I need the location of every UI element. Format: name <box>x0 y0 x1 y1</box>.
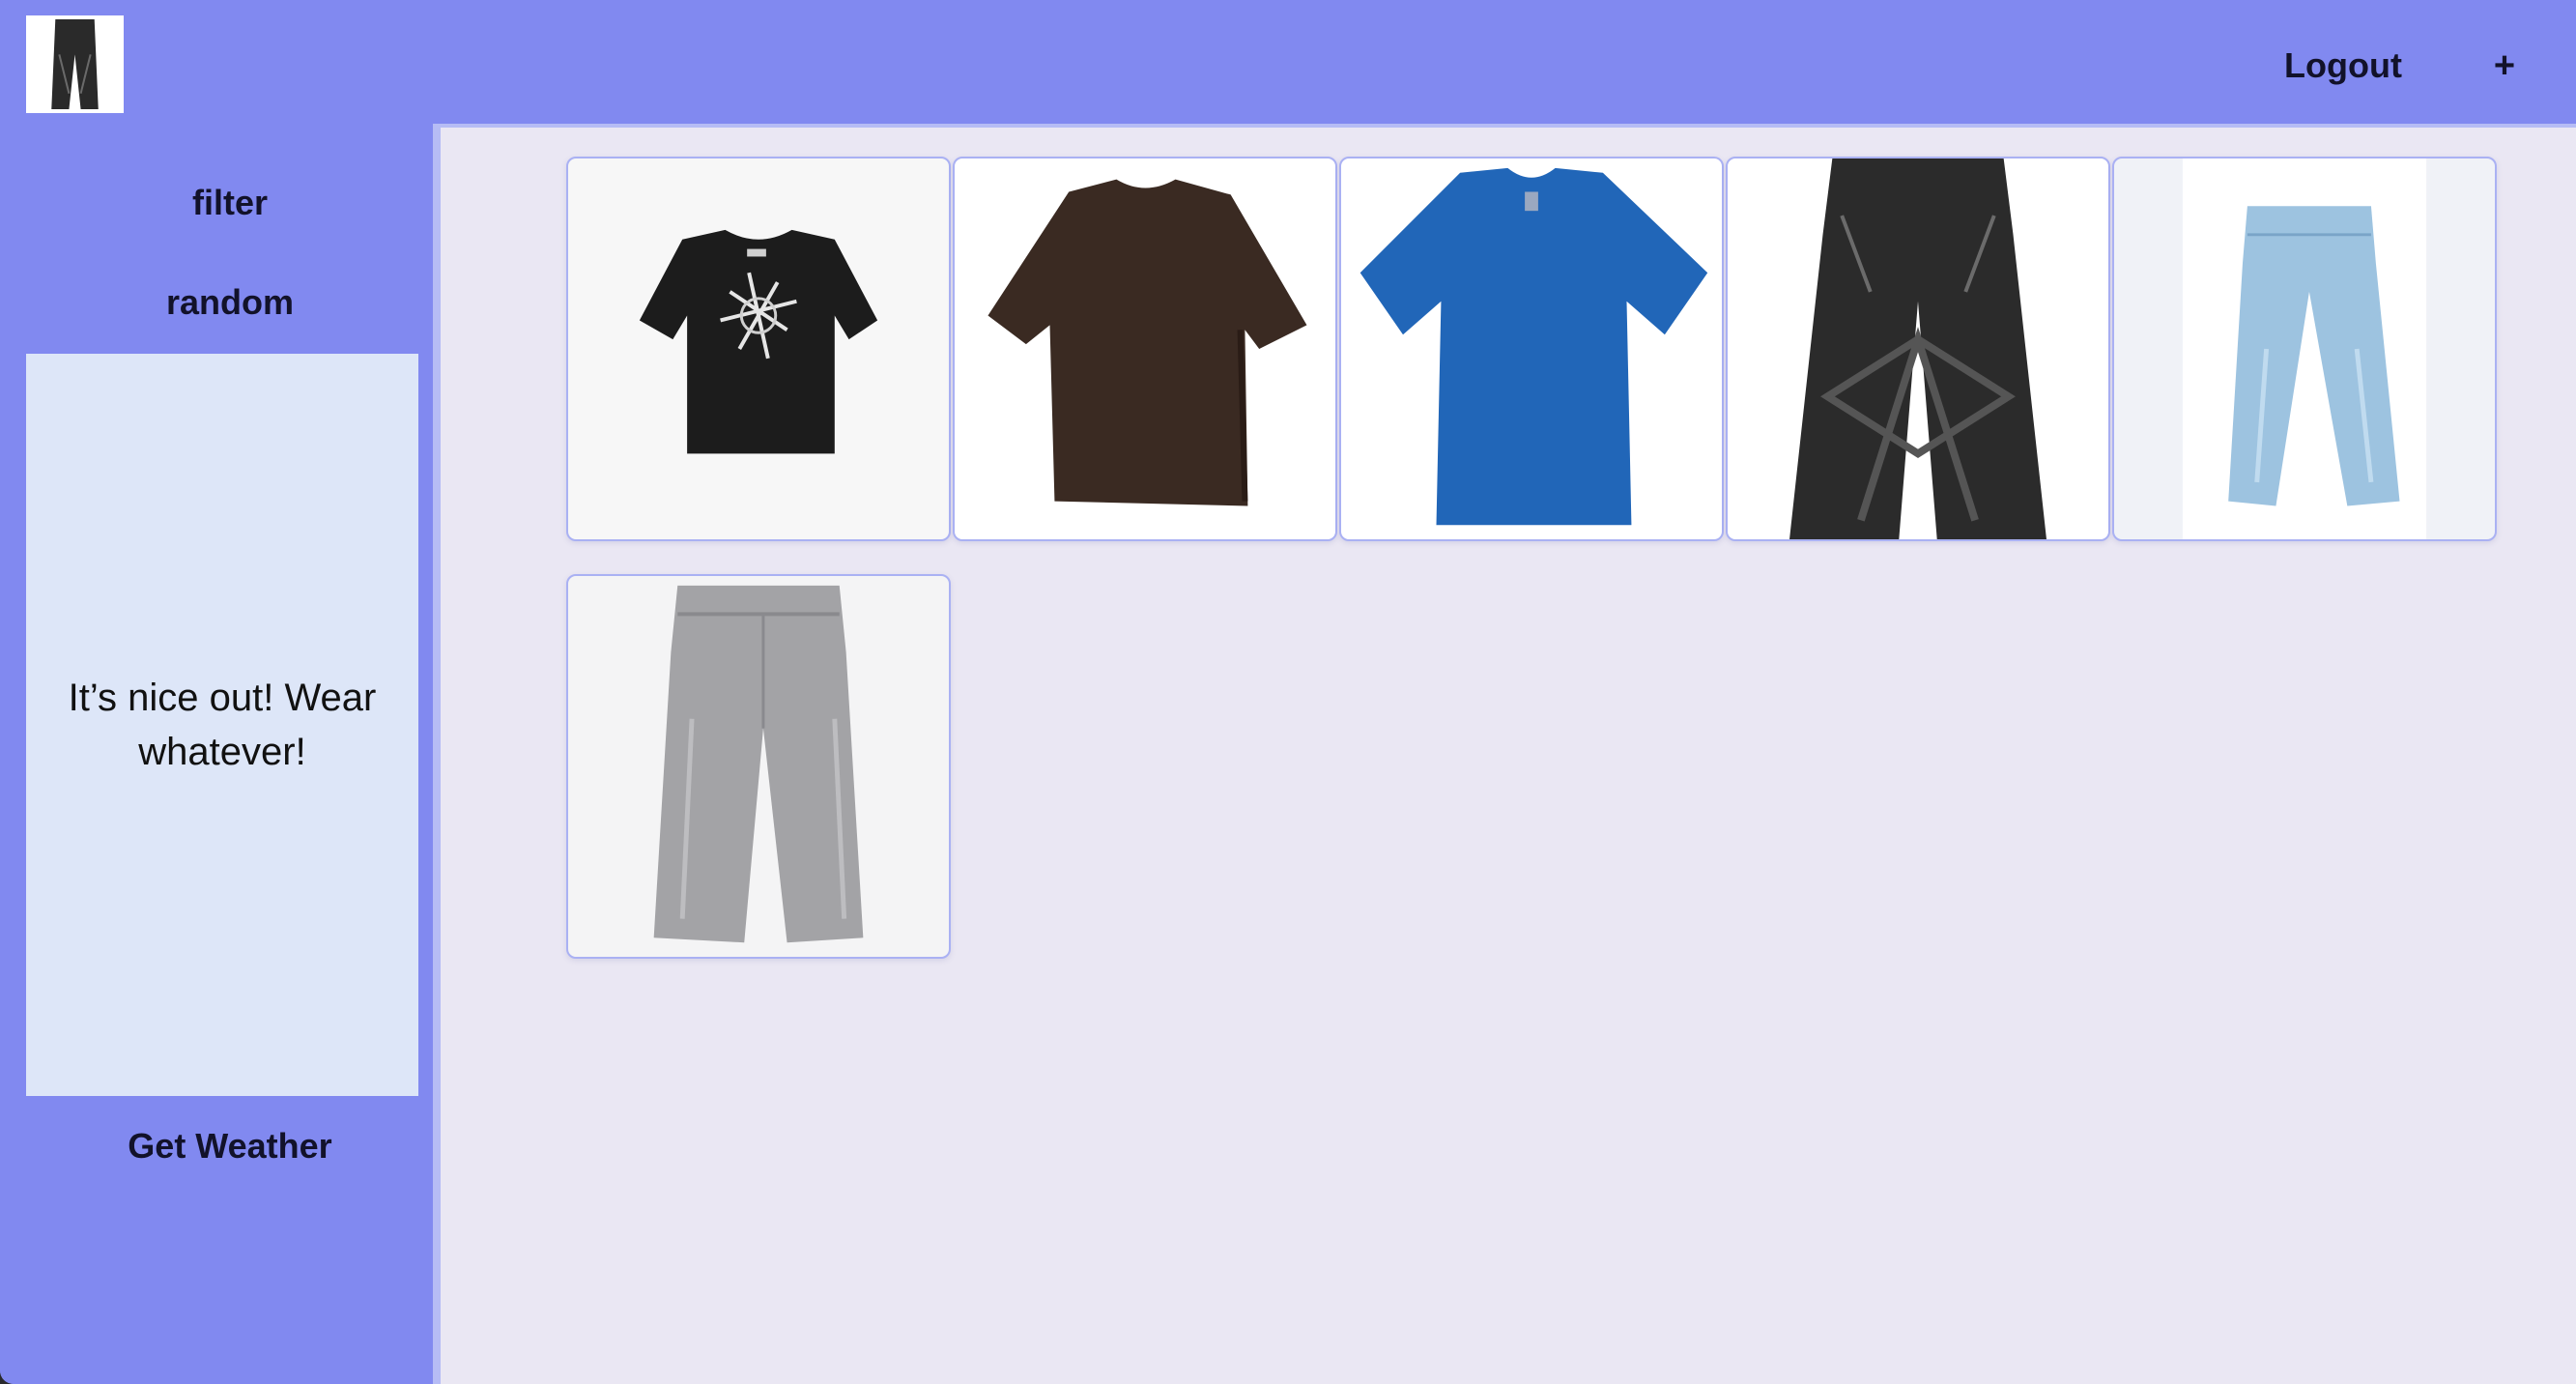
logout-button[interactable]: Logout <box>2251 37 2435 95</box>
app-window: Logout + filter random It’s nice out! We… <box>0 0 2576 1384</box>
weather-message: It’s nice out! Wear whatever! <box>68 677 377 773</box>
weather-panel: It’s nice out! Wear whatever! <box>26 354 418 1096</box>
black-star-jeans-icon <box>1789 159 2046 539</box>
top-bar: Logout + <box>0 0 2576 124</box>
filter-button[interactable]: filter <box>0 174 460 232</box>
get-weather-button[interactable]: Get Weather <box>0 1117 460 1175</box>
clothing-card[interactable] <box>1726 157 2110 541</box>
blue-tshirt-icon <box>1360 167 1708 526</box>
clothing-card[interactable] <box>566 157 951 541</box>
clothing-card[interactable] <box>953 157 1337 541</box>
jeans-thumbnail-icon[interactable] <box>26 15 124 113</box>
black-graphic-tshirt-icon <box>639 229 878 454</box>
clothing-card[interactable] <box>566 574 951 959</box>
light-blue-jeans-icon <box>2182 159 2427 539</box>
sidebar: filter random It’s nice out! Wear whatev… <box>0 124 433 1384</box>
clothing-card[interactable] <box>2112 157 2497 541</box>
grey-jeans-icon <box>653 585 864 943</box>
add-item-button[interactable]: + <box>2476 37 2533 95</box>
random-button[interactable]: random <box>0 274 460 332</box>
brown-tshirt-icon <box>987 179 1307 506</box>
clothing-card[interactable] <box>1339 157 1724 541</box>
closet-grid <box>433 124 2576 1384</box>
